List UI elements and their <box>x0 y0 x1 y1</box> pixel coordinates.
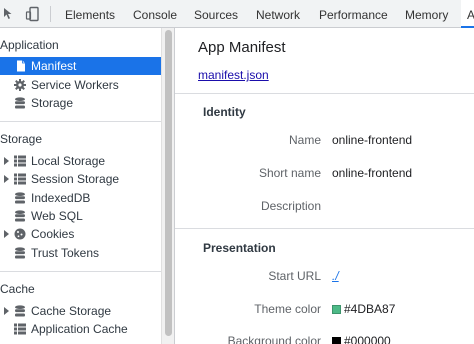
file-icon <box>17 60 25 72</box>
sidebar-item-local-storage[interactable]: Local Storage <box>0 152 161 170</box>
tab-application-label: A <box>467 8 474 22</box>
cookie-icon <box>14 228 26 240</box>
tab-application[interactable]: A <box>461 0 474 28</box>
database-icon <box>15 192 25 204</box>
sidebar-item-cache-storage[interactable]: Cache Storage <box>0 302 161 320</box>
section-divider <box>0 121 161 122</box>
sidebar-item-label: Cache Storage <box>31 304 112 318</box>
theme-color-value: #4DBA87 <box>332 302 395 316</box>
background-color-label: Background color <box>227 334 321 344</box>
expand-arrow-icon[interactable] <box>4 307 9 315</box>
name-label: Name <box>288 133 321 147</box>
tab-memory[interactable]: Memory <box>405 0 448 28</box>
sidebar-scrollbar[interactable] <box>161 28 175 344</box>
sidebar-item-session-storage[interactable]: Session Storage <box>0 170 161 188</box>
sidebar-item-storage[interactable]: Storage <box>0 94 161 112</box>
inspect-element-icon[interactable] <box>2 6 18 22</box>
theme-color-label: Theme color <box>254 302 321 316</box>
expand-arrow-icon[interactable] <box>4 175 9 183</box>
sidebar-item-label: Cookies <box>31 227 75 241</box>
expand-arrow-icon[interactable] <box>4 157 9 165</box>
short-name-value: online-frontend <box>332 166 413 180</box>
background-color-text: #000000 <box>344 334 391 344</box>
name-value: online-frontend <box>332 133 413 147</box>
grid-icon <box>14 173 26 185</box>
description-label: Description <box>260 199 321 213</box>
sidebar-item-trust-tokens[interactable]: Trust Tokens <box>0 244 161 262</box>
toolbar-separator <box>50 6 51 22</box>
background-color-value: #000000 <box>332 334 391 344</box>
section-heading-storage: Storage <box>0 132 43 146</box>
database-icon <box>15 305 25 317</box>
sidebar-item-label: Service Workers <box>31 78 119 92</box>
section-divider <box>0 271 161 272</box>
sidebar-item-label: Manifest <box>31 59 77 73</box>
gear-icon <box>14 79 26 91</box>
sidebar-item-label: Session Storage <box>31 172 120 186</box>
sidebar-item-label: IndexedDB <box>31 191 91 205</box>
database-icon <box>15 210 25 222</box>
tab-network[interactable]: Network <box>256 0 300 28</box>
sidebar-item-label: Storage <box>31 96 74 110</box>
device-toolbar-icon[interactable] <box>25 6 41 22</box>
sidebar-item-label: Trust Tokens <box>31 246 100 260</box>
scrollbar-thumb[interactable] <box>165 30 172 336</box>
section-heading-cache: Cache <box>0 282 35 296</box>
manifest-pane: App Manifest manifest.json Identity Name… <box>175 28 474 344</box>
presentation-heading: Presentation <box>203 241 276 255</box>
sidebar: Application Manifest Service Workers Sto… <box>0 28 161 344</box>
manifest-link[interactable]: manifest.json <box>198 68 269 82</box>
expand-arrow-icon[interactable] <box>4 230 9 238</box>
page-title: App Manifest <box>198 39 286 56</box>
sidebar-item-indexeddb[interactable]: IndexedDB <box>0 189 161 207</box>
database-icon <box>15 97 25 109</box>
theme-color-text: #4DBA87 <box>344 302 396 316</box>
sidebar-item-manifest[interactable]: Manifest <box>0 57 161 75</box>
short-name-label: Short name <box>258 166 321 180</box>
devtools-toolbar: Elements Console Sources Network Perform… <box>0 0 474 28</box>
tab-elements[interactable]: Elements <box>65 0 115 28</box>
grid-icon <box>14 323 26 335</box>
sidebar-item-cookies[interactable]: Cookies <box>0 225 161 243</box>
section-divider <box>175 228 474 229</box>
start-url-link[interactable]: ./ <box>332 269 339 283</box>
start-url-value: ./ <box>332 269 339 283</box>
identity-heading: Identity <box>203 105 246 119</box>
background-color-swatch <box>332 337 341 344</box>
sidebar-item-label: Web SQL <box>31 209 83 223</box>
tab-console[interactable]: Console <box>133 0 177 28</box>
tab-performance[interactable]: Performance <box>319 0 388 28</box>
database-icon <box>15 247 25 259</box>
sidebar-item-label: Local Storage <box>31 154 106 168</box>
tab-sources[interactable]: Sources <box>194 0 238 28</box>
sidebar-item-web-sql[interactable]: Web SQL <box>0 207 161 225</box>
section-heading-application: Application <box>0 38 59 52</box>
start-url-label: Start URL <box>268 269 321 283</box>
grid-icon <box>14 155 26 167</box>
section-divider <box>175 93 474 94</box>
sidebar-item-label: Application Cache <box>31 322 128 336</box>
sidebar-item-service-workers[interactable]: Service Workers <box>0 76 161 94</box>
theme-color-swatch <box>332 305 341 314</box>
sidebar-item-application-cache[interactable]: Application Cache <box>0 320 161 338</box>
